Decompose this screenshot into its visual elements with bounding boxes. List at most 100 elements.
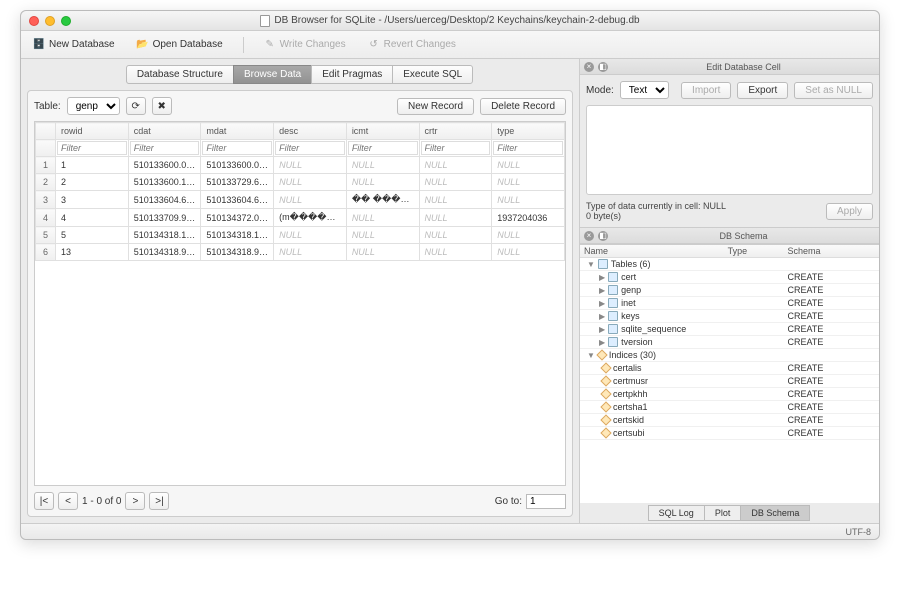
cell-desc[interactable]: NULL bbox=[274, 244, 347, 261]
tab-db-schema[interactable]: DB Schema bbox=[740, 505, 810, 521]
col-crtr[interactable]: crtr bbox=[419, 123, 492, 140]
disclosure-icon[interactable]: ▶ bbox=[599, 338, 605, 347]
disclosure-icon[interactable]: ▶ bbox=[599, 286, 605, 295]
filter-desc[interactable] bbox=[275, 141, 345, 155]
cell-type[interactable]: NULL bbox=[492, 191, 565, 209]
pager-first[interactable]: |< bbox=[34, 492, 54, 510]
table-row[interactable]: 22510133600.18…510133729.60…NULLNULLNULL… bbox=[36, 174, 565, 191]
cell-idx[interactable]: 1 bbox=[36, 157, 56, 174]
col-rowid[interactable]: rowid bbox=[56, 123, 129, 140]
table-select[interactable]: genp bbox=[67, 97, 120, 115]
filter-mdat[interactable] bbox=[202, 141, 272, 155]
disclosure-icon[interactable]: ▶ bbox=[599, 273, 605, 282]
col-cdat[interactable]: cdat bbox=[128, 123, 201, 140]
cell-type[interactable]: NULL bbox=[492, 244, 565, 261]
schema-row[interactable]: ▼Indices (30) bbox=[580, 349, 879, 362]
cell-crtr[interactable]: NULL bbox=[419, 227, 492, 244]
cell-icmt[interactable]: NULL bbox=[346, 227, 419, 244]
schema-row[interactable]: ▶inetCREATE bbox=[580, 297, 879, 310]
filter-rowid[interactable] bbox=[57, 141, 127, 155]
disclosure-icon[interactable]: ▼ bbox=[587, 351, 595, 360]
pager-last[interactable]: >| bbox=[149, 492, 169, 510]
open-database-button[interactable]: 📂Open Database bbox=[131, 37, 229, 53]
cell-mdat[interactable]: 510133604.63… bbox=[201, 191, 274, 209]
filter-cdat[interactable] bbox=[130, 141, 200, 155]
new-record-button[interactable]: New Record bbox=[397, 98, 474, 115]
schema-row[interactable]: certskidCREATE bbox=[580, 414, 879, 427]
cell-crtr[interactable]: NULL bbox=[419, 244, 492, 261]
cell-cdat[interactable]: 510133600.06… bbox=[128, 157, 201, 174]
cell-desc[interactable]: NULL bbox=[274, 174, 347, 191]
clear-filters-button[interactable]: ✖ bbox=[152, 97, 172, 115]
cell-type[interactable]: NULL bbox=[492, 157, 565, 174]
cell-textarea[interactable] bbox=[586, 105, 873, 195]
cell-type[interactable]: 1937204036 bbox=[492, 209, 565, 227]
pager-next[interactable]: > bbox=[125, 492, 145, 510]
cell-cdat[interactable]: 510133709.96… bbox=[128, 209, 201, 227]
filter-type[interactable] bbox=[493, 141, 563, 155]
schema-row[interactable]: ▼Tables (6) bbox=[580, 258, 879, 271]
goto-input[interactable] bbox=[526, 494, 566, 509]
schema-row[interactable]: certpkhhCREATE bbox=[580, 388, 879, 401]
col-type[interactable]: type bbox=[492, 123, 565, 140]
detach-icon[interactable]: ◧ bbox=[598, 231, 608, 241]
set-null-button[interactable]: Set as NULL bbox=[794, 82, 873, 99]
cell-rowid[interactable]: 2 bbox=[56, 174, 129, 191]
cell-desc[interactable]: NULL bbox=[274, 157, 347, 174]
cell-idx[interactable]: 4 bbox=[36, 209, 56, 227]
new-database-button[interactable]: 🗄️New Database bbox=[27, 37, 121, 53]
cell-desc[interactable]: (m����� �… bbox=[274, 209, 347, 227]
schema-row[interactable]: certsubiCREATE bbox=[580, 427, 879, 440]
close-icon[interactable]: × bbox=[584, 231, 594, 241]
cell-rowid[interactable]: 4 bbox=[56, 209, 129, 227]
cell-mdat[interactable]: 510134372.06… bbox=[201, 209, 274, 227]
table-row[interactable]: 33510133604.63…510133604.63…NULL�� �����… bbox=[36, 191, 565, 209]
cell-icmt[interactable]: �� �����z… bbox=[346, 191, 419, 209]
cell-crtr[interactable]: NULL bbox=[419, 209, 492, 227]
cell-desc[interactable]: NULL bbox=[274, 191, 347, 209]
cell-cdat[interactable]: 510134318.95… bbox=[128, 244, 201, 261]
schema-col-type[interactable]: Type bbox=[724, 245, 784, 258]
col-desc[interactable]: desc bbox=[274, 123, 347, 140]
disclosure-icon[interactable]: ▶ bbox=[599, 325, 605, 334]
cell-cdat[interactable]: 510133604.63… bbox=[128, 191, 201, 209]
cell-rowid[interactable]: 3 bbox=[56, 191, 129, 209]
data-grid[interactable]: rowid cdat mdat desc icmt crtr type bbox=[34, 121, 566, 486]
schema-row[interactable]: ▶sqlite_sequenceCREATE bbox=[580, 323, 879, 336]
table-row[interactable]: 11510133600.06…510133600.06…NULLNULLNULL… bbox=[36, 157, 565, 174]
table-row[interactable]: 55510134318.14…510134318.14…NULLNULLNULL… bbox=[36, 227, 565, 244]
disclosure-icon[interactable]: ▶ bbox=[599, 312, 605, 321]
cell-crtr[interactable]: NULL bbox=[419, 174, 492, 191]
schema-col-name[interactable]: Name bbox=[580, 245, 724, 258]
filter-crtr[interactable] bbox=[421, 141, 491, 155]
cell-type[interactable]: NULL bbox=[492, 227, 565, 244]
schema-row[interactable]: ▶keysCREATE bbox=[580, 310, 879, 323]
import-button[interactable]: Import bbox=[681, 82, 731, 99]
cell-mdat[interactable]: 510134318.95… bbox=[201, 244, 274, 261]
cell-idx[interactable]: 3 bbox=[36, 191, 56, 209]
filter-icmt[interactable] bbox=[348, 141, 418, 155]
cell-rowid[interactable]: 1 bbox=[56, 157, 129, 174]
disclosure-icon[interactable]: ▶ bbox=[599, 299, 605, 308]
mode-select[interactable]: Text bbox=[620, 81, 669, 99]
cell-desc[interactable]: NULL bbox=[274, 227, 347, 244]
delete-record-button[interactable]: Delete Record bbox=[480, 98, 566, 115]
cell-rowid[interactable]: 5 bbox=[56, 227, 129, 244]
close-icon[interactable]: × bbox=[584, 62, 594, 72]
cell-cdat[interactable]: 510134318.14… bbox=[128, 227, 201, 244]
schema-tree[interactable]: Name Type Schema ▼Tables (6)▶certCREATE▶… bbox=[580, 244, 879, 503]
table-row[interactable]: 44510133709.96…510134372.06…(m����� �…NU… bbox=[36, 209, 565, 227]
cell-icmt[interactable]: NULL bbox=[346, 244, 419, 261]
schema-row[interactable]: certsha1CREATE bbox=[580, 401, 879, 414]
cell-crtr[interactable]: NULL bbox=[419, 191, 492, 209]
cell-mdat[interactable]: 510133600.06… bbox=[201, 157, 274, 174]
cell-rowid[interactable]: 13 bbox=[56, 244, 129, 261]
tab-sql-log[interactable]: SQL Log bbox=[648, 505, 705, 521]
cell-idx[interactable]: 6 bbox=[36, 244, 56, 261]
cell-mdat[interactable]: 510134318.14… bbox=[201, 227, 274, 244]
schema-row[interactable]: certalisCREATE bbox=[580, 362, 879, 375]
tab-plot[interactable]: Plot bbox=[704, 505, 742, 521]
cell-idx[interactable]: 2 bbox=[36, 174, 56, 191]
tab-edit-pragmas[interactable]: Edit Pragmas bbox=[311, 65, 393, 84]
disclosure-icon[interactable]: ▼ bbox=[587, 260, 595, 269]
